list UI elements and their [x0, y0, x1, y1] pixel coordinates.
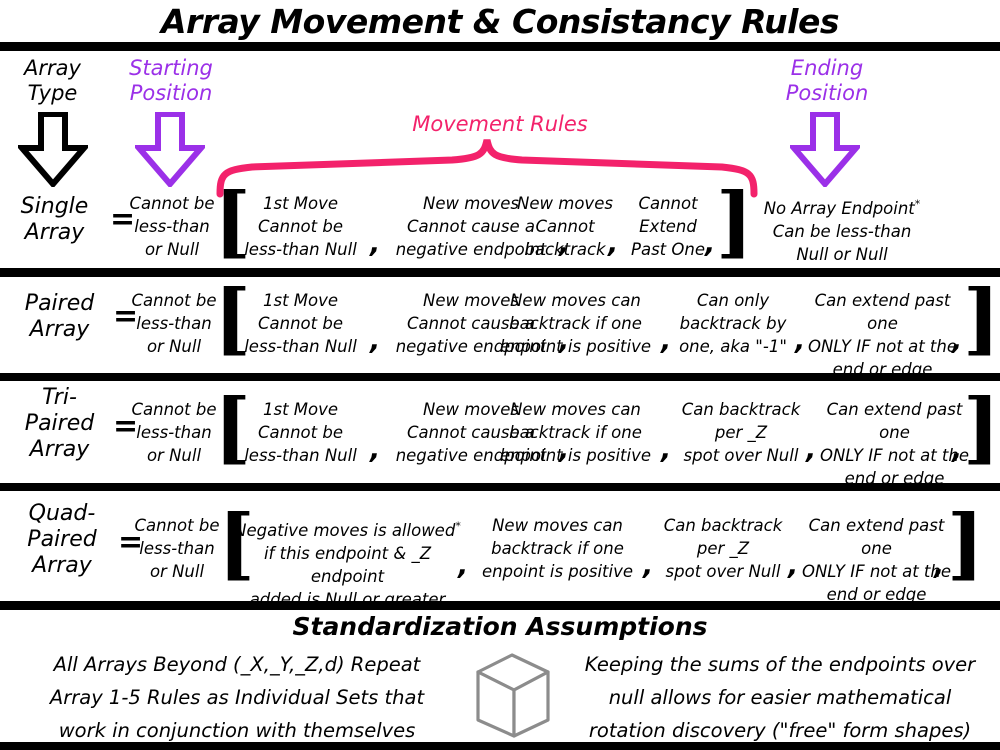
- movement-rule-cell-1: 1st Move Cannot be less-than Null: [244, 194, 357, 259]
- row-array-type: Tri- Paired Array: [24, 385, 95, 462]
- starting-position-down-arrow-icon: [135, 112, 205, 187]
- movement-rule-cell-1: 1st Move Cannot be less-than Null: [244, 400, 357, 465]
- rule-separator-comma: ,: [705, 228, 716, 259]
- movement-rule-cell-3: Can backtrack per _Z spot over Null: [663, 516, 783, 581]
- footer-section-title: Standardization Assumptions: [292, 612, 708, 641]
- table-row: Tri- Paired Array = Cannot be less-than …: [0, 381, 1000, 488]
- starting-position-cell: Cannot be less-than or Null: [131, 400, 217, 465]
- footer-left-assumption: All Arrays Beyond (_X,_Y,_Z,d) Repeat Ar…: [49, 653, 425, 742]
- divider-top: [0, 42, 1000, 51]
- rule-separator-comma: ,: [370, 325, 381, 356]
- rule-separator-comma: ,: [370, 228, 381, 259]
- movement-rule-cell-1: 1st Move Cannot be less-than Null: [244, 291, 357, 356]
- starting-position-cell: Cannot be less-than or Null: [134, 516, 220, 581]
- rule-separator-comma: ,: [952, 434, 963, 465]
- header-movement-rules-label: Movement Rules: [412, 112, 588, 136]
- cube-icon: [476, 653, 550, 738]
- table-row: Quad- Paired Array = Cannot be less-than…: [0, 491, 1000, 609]
- close-bracket: ]: [947, 498, 984, 589]
- movement-rule-cell-2: New moves can backtrack if one enpoint i…: [481, 516, 634, 581]
- movement-rule-cell-3: New moves can backtrack if one enpoint i…: [499, 291, 652, 356]
- array-type-down-arrow-icon: [18, 112, 88, 187]
- header-starting-position-label: Starting Position: [129, 56, 213, 105]
- movement-rule-cell-3: New moves can backtrack if one enpoint i…: [499, 400, 652, 465]
- table-row: Paired Array = Cannot be less-than or Nu…: [0, 273, 1000, 380]
- row-array-type: Quad- Paired Array: [27, 501, 97, 578]
- table-row: Single Array = Cannot be less-than or Nu…: [0, 183, 1000, 268]
- divider-row1: [0, 268, 1000, 277]
- page-title: Array Movement & Consistancy Rules: [160, 2, 840, 41]
- movement-rule-cell-5: Can extend past one ONLY IF not at the e…: [807, 291, 958, 379]
- row-array-type: Single Array: [20, 194, 89, 245]
- rule-separator-comma: ,: [458, 550, 469, 581]
- rule-separator-comma: ,: [934, 550, 945, 581]
- starting-position-cell: Cannot be less-than or Null: [129, 194, 215, 259]
- header-array-type-label: Array Type: [24, 56, 81, 105]
- footer-right-assumption: Keeping the sums of the endpoints over n…: [584, 653, 976, 742]
- ending-position-cell: No Array Endpoint* Can be less-than Null o…: [742, 192, 942, 266]
- close-bracket: ]: [963, 273, 1000, 364]
- rule-separator-comma: ,: [370, 434, 381, 465]
- ending-position-text: No Array Endpoint* Can be less-than Null o…: [763, 197, 921, 264]
- movement-rule-cell-4: Cannot Extend Past One: [631, 194, 705, 259]
- row-array-type: Paired Array: [24, 291, 95, 342]
- starting-position-cell: Cannot be less-than or Null: [131, 291, 217, 356]
- close-bracket: ]: [963, 382, 1000, 473]
- movement-rule-cell-4: Can backtrack per _Z spot over Null: [681, 400, 801, 465]
- movement-rule-cell-1: Negative moves is allowed* if this endpoi…: [230, 514, 465, 611]
- ending-position-down-arrow-icon: [790, 112, 860, 187]
- movement-rule-cell-4: Can only backtrack by one, aka "-1": [679, 291, 787, 356]
- header-ending-position-label: Ending Position: [785, 56, 869, 105]
- rule-separator-comma: ,: [952, 325, 963, 356]
- movement-rule-text: Negative moves is allowed* if this endpoi…: [234, 519, 461, 609]
- diagram-canvas: Array Movement & Consistancy Rules Array…: [0, 0, 1000, 750]
